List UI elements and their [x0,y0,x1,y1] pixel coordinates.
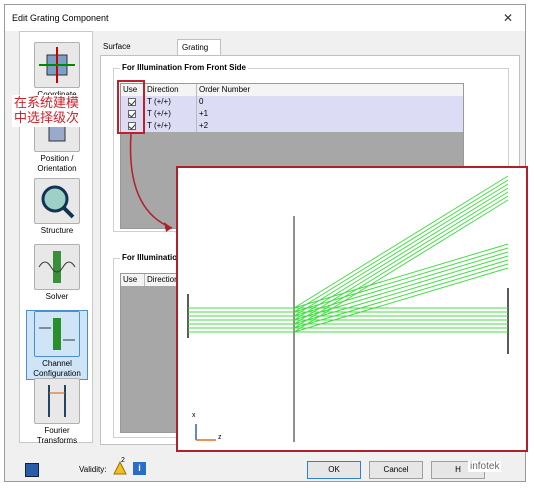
watermark: infotek [468,461,502,472]
ray-plot [187,175,509,442]
ray-trace-view: x z [176,166,528,452]
axis-x-label: x [192,412,196,419]
axis-z-label: z [218,434,222,441]
